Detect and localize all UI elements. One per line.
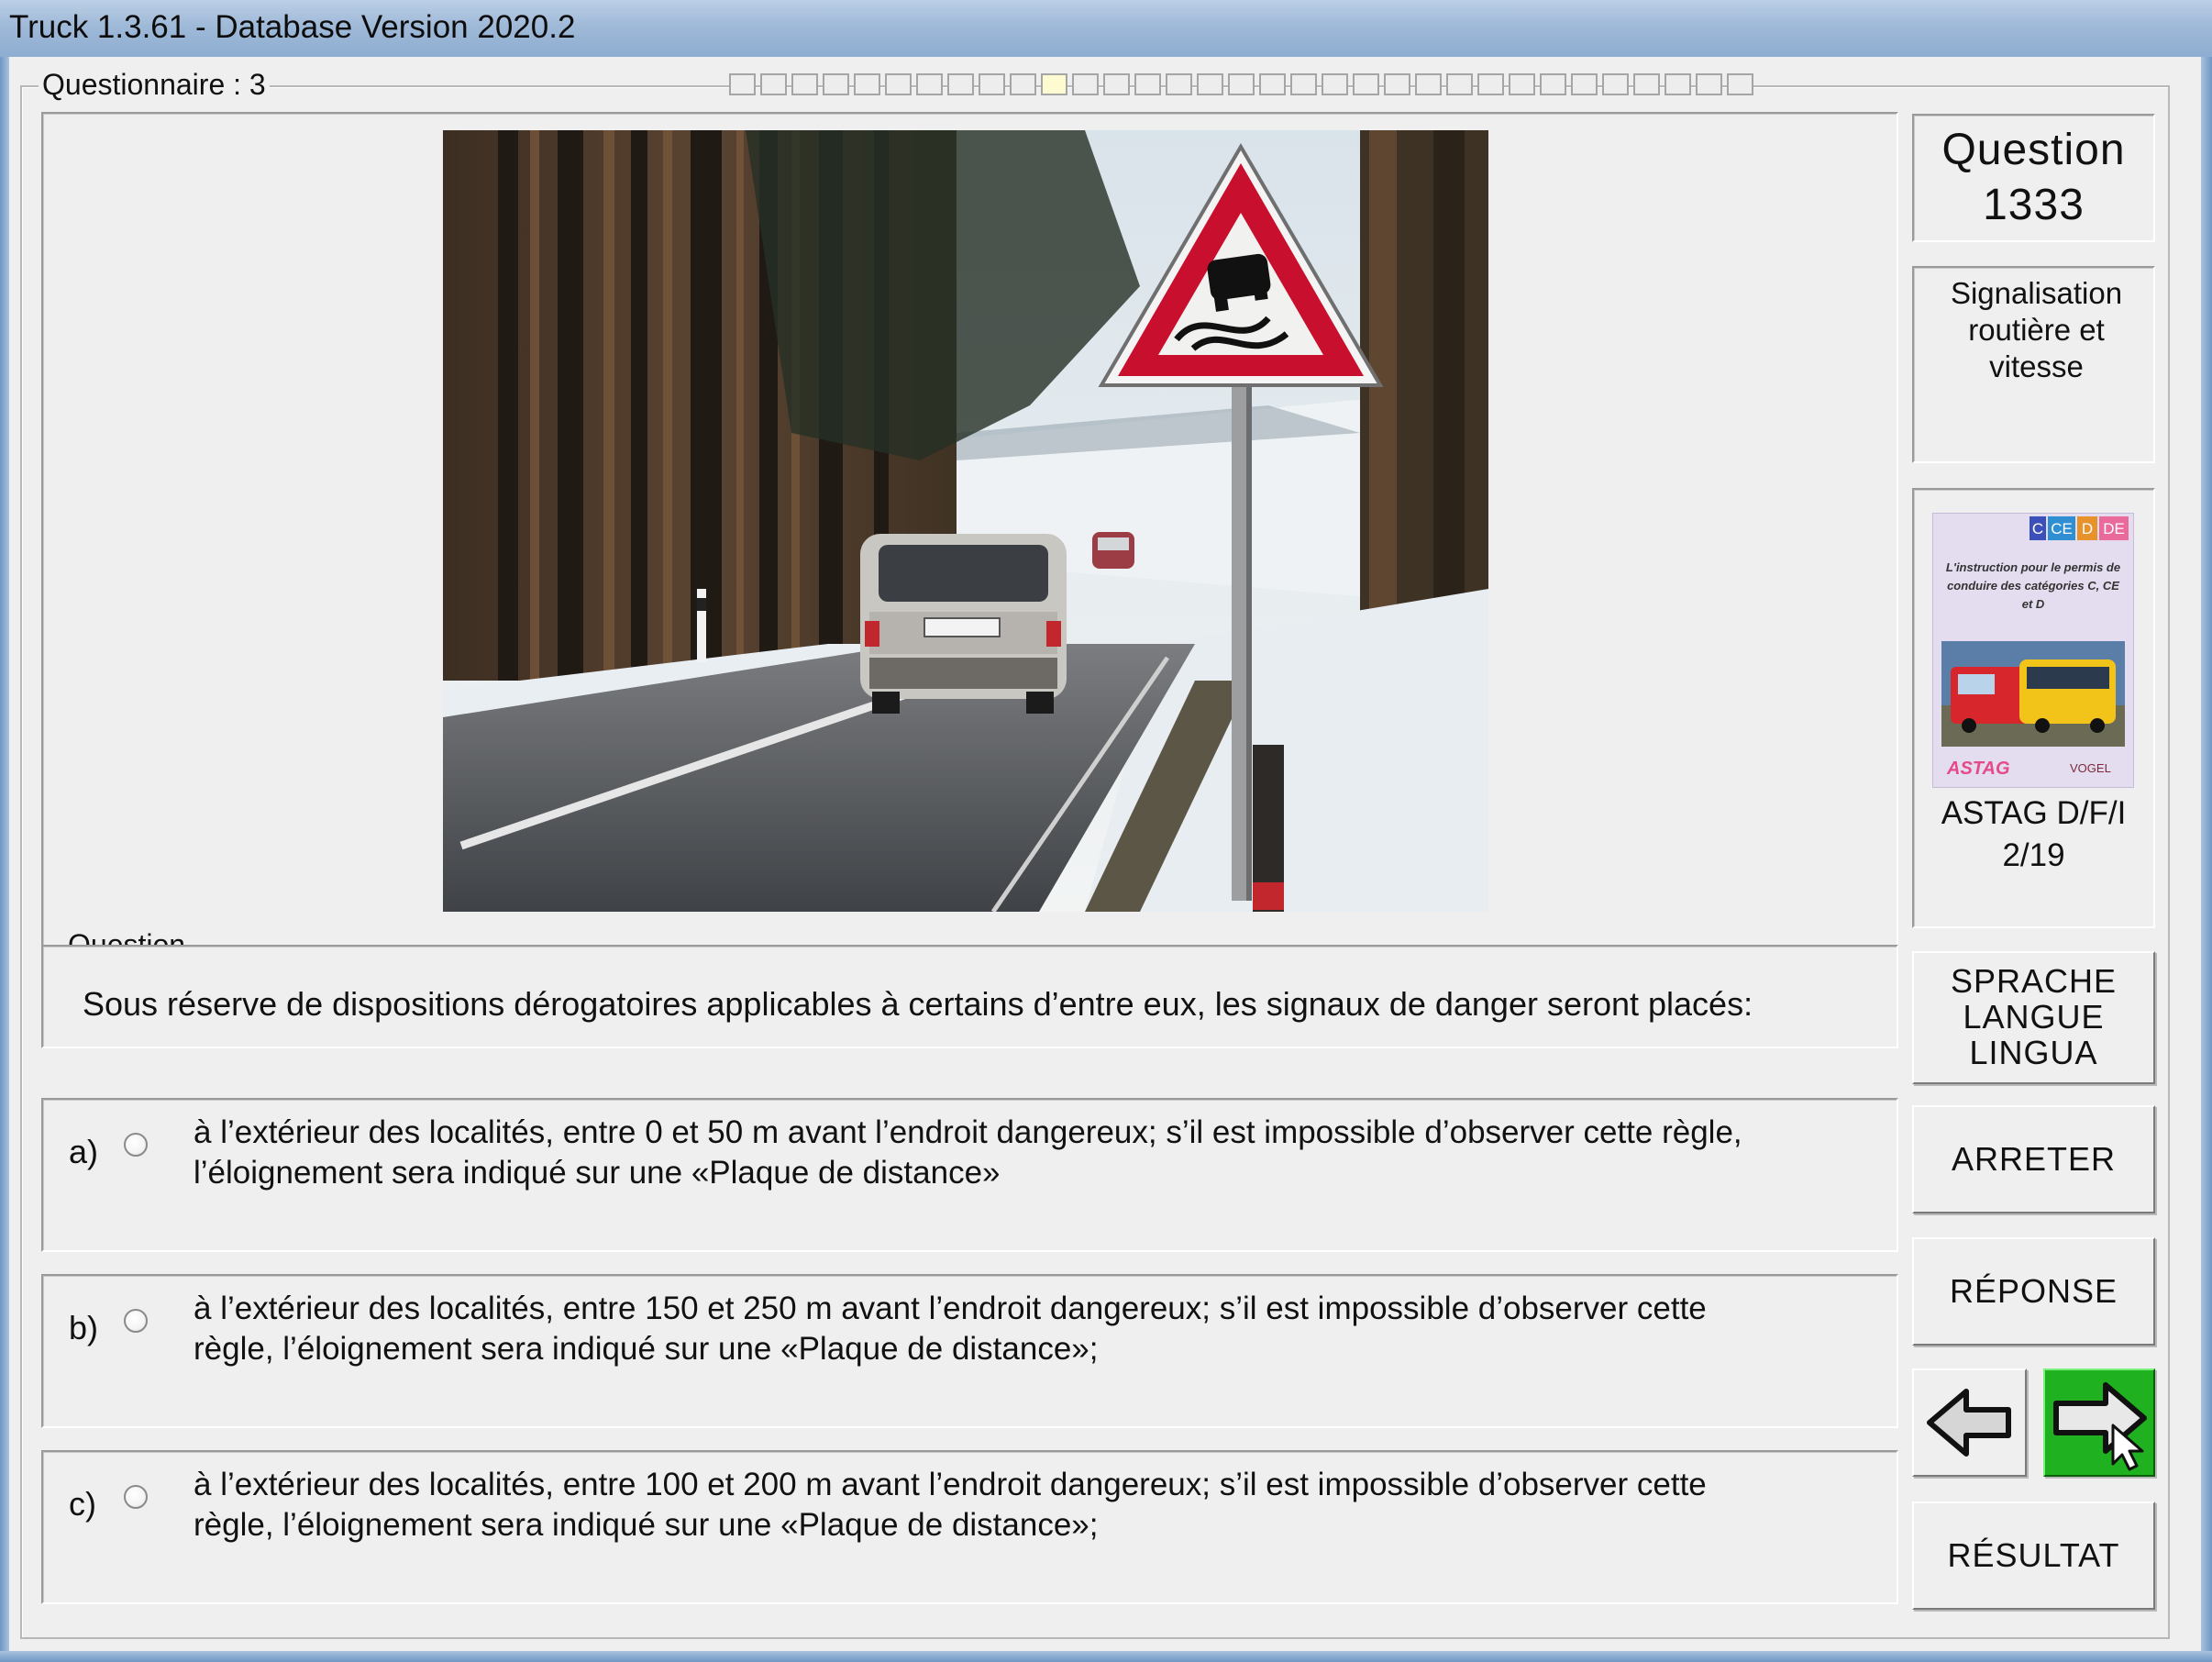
progress-box — [1103, 73, 1130, 95]
road-photo — [443, 130, 1488, 912]
language-button-line2: LANGUE — [1963, 998, 2105, 1036]
answer-a-line2: l’éloignement sera indiqué sur une «Plaq… — [194, 1155, 1001, 1191]
progress-box — [1134, 73, 1161, 95]
answer-a-line1: à l’extérieur des localités, entre 0 et … — [194, 1114, 1742, 1150]
answer-b-letter: b) — [69, 1309, 99, 1346]
answer-c-line1: à l’extérieur des localités, entre 100 e… — [194, 1467, 1707, 1502]
previous-button[interactable] — [1912, 1368, 2027, 1477]
question-number: 1333 — [1983, 181, 2085, 229]
progress-box — [1384, 73, 1410, 95]
progress-box — [1415, 73, 1442, 95]
book-badge-de: DE — [2103, 520, 2125, 537]
progress-box — [1602, 73, 1629, 95]
book-logo-right: VOGEL — [2070, 761, 2111, 775]
book-caption-line1: ASTAG D/F/I — [1941, 795, 2127, 831]
progress-box — [823, 73, 849, 95]
answer-c-line2: règle, l’éloignement sera indiqué sur un… — [194, 1507, 1099, 1543]
category-text: Signalisation routière et vitesse — [1950, 276, 2123, 383]
book-caption-line2: 2/19 — [2002, 837, 2065, 873]
progress-box — [760, 73, 787, 95]
answer-c-text: à l’extérieur des localités, entre 100 e… — [194, 1465, 1707, 1546]
answer-b-text: à l’extérieur des localités, entre 150 e… — [194, 1289, 1707, 1369]
book-badge-c: C — [2032, 520, 2043, 537]
progress-box — [1353, 73, 1379, 95]
progress-box — [947, 73, 974, 95]
question-panel: Sous réserve de dispositions dérogatoire… — [41, 945, 1898, 1048]
answer-b-radio[interactable] — [124, 1309, 148, 1333]
arrow-left-icon — [1926, 1389, 2011, 1457]
answer-a-text: à l’extérieur des localités, entre 0 et … — [194, 1113, 1742, 1193]
next-button[interactable] — [2043, 1368, 2155, 1477]
answer-c-panel[interactable]: c) à l’extérieur des localités, entre 10… — [41, 1450, 1898, 1604]
window-frame-bottom — [0, 1651, 2212, 1662]
window-title-bar[interactable]: Truck 1.3.61 - Database Version 2020.2 — [0, 0, 2212, 57]
progress-box — [854, 73, 880, 95]
answer-b-panel[interactable]: b) à l’extérieur des localités, entre 15… — [41, 1274, 1898, 1428]
stop-button[interactable]: ARRETER — [1912, 1105, 2155, 1213]
app-client-area: Questionnaire : 3 Sous réserve de dispos… — [9, 57, 2201, 1651]
window-title: Truck 1.3.61 - Database Version 2020.2 — [9, 9, 576, 45]
category-panel: Signalisation routière et vitesse — [1912, 266, 2155, 463]
progress-box — [1072, 73, 1099, 95]
answer-button[interactable]: RÉPONSE — [1912, 1237, 2155, 1346]
progress-box — [1509, 73, 1535, 95]
language-button-line1: SPRACHE — [1950, 962, 2118, 1001]
progress-box — [1571, 73, 1598, 95]
progress-box — [979, 73, 1005, 95]
answer-c-letter: c) — [69, 1485, 96, 1523]
progress-box — [1696, 73, 1722, 95]
progress-box — [791, 73, 818, 95]
progress-box — [916, 73, 943, 95]
book-badge-d: D — [2082, 520, 2093, 537]
progress-box — [1228, 73, 1255, 95]
progress-box — [885, 73, 912, 95]
progress-box — [1010, 73, 1036, 95]
book-logo-left: ASTAG — [1946, 759, 2010, 779]
progress-box — [1540, 73, 1566, 95]
question-header-label: Question — [1941, 126, 2126, 174]
language-button-line3: LINGUA — [1969, 1033, 2098, 1071]
questionnaire-label: Questionnaire : 3 — [39, 68, 270, 102]
book-cover-text: L'instruction pour le permis de conduire… — [1945, 560, 2121, 611]
progress-box — [729, 73, 756, 95]
progress-box — [1041, 73, 1067, 95]
window-frame-right — [2201, 57, 2212, 1662]
progress-box — [1477, 73, 1504, 95]
question-number-panel: Question 1333 — [1912, 114, 2155, 242]
answer-b-line2: règle, l’éloignement sera indiqué sur un… — [194, 1331, 1099, 1367]
progress-box — [1259, 73, 1286, 95]
window-frame-left — [0, 57, 9, 1662]
book-cover-image: C CE D DE L'instruction pour le permis d… — [1932, 513, 2134, 788]
question-text: Sous réserve de dispositions dérogatoire… — [83, 985, 1753, 1023]
progress-box — [1665, 73, 1691, 95]
result-button[interactable]: RÉSULTAT — [1912, 1501, 2155, 1610]
answer-a-letter: a) — [69, 1133, 99, 1170]
progress-box — [1290, 73, 1317, 95]
language-button[interactable]: SPRACHE LANGUE LINGUA — [1912, 951, 2155, 1084]
progress-box — [1727, 73, 1753, 95]
answer-c-radio[interactable] — [124, 1485, 148, 1509]
progress-box — [1446, 73, 1473, 95]
book-badge-ce: CE — [2051, 520, 2073, 537]
progress-box — [1197, 73, 1223, 95]
arrow-right-icon — [2053, 1382, 2147, 1471]
question-progress-bar — [729, 73, 2173, 99]
book-panel[interactable]: C CE D DE L'instruction pour le permis d… — [1912, 488, 2155, 928]
progress-box — [1322, 73, 1348, 95]
progress-box — [1633, 73, 1660, 95]
progress-box — [1166, 73, 1192, 95]
answer-a-panel[interactable]: a) à l’extérieur des localités, entre 0 … — [41, 1098, 1898, 1252]
answer-b-line1: à l’extérieur des localités, entre 150 e… — [194, 1291, 1707, 1326]
answer-a-radio[interactable] — [124, 1133, 148, 1157]
